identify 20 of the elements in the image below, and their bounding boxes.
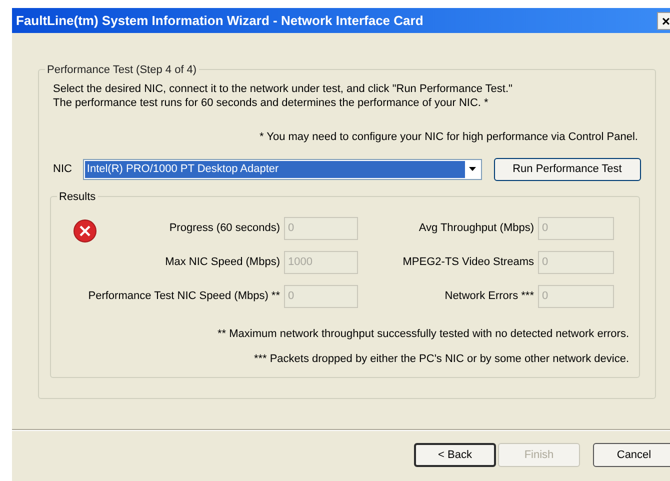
nic-dropdown[interactable]: Intel(R) PRO/1000 PT Desktop Adapter bbox=[82, 158, 482, 180]
wizard-button[interactable]: < Back bbox=[414, 443, 496, 467]
run-test-button[interactable]: Run Performance Test bbox=[494, 158, 641, 180]
note-text: * You may need to configure your NIC for high performance via Control Panel. bbox=[260, 130, 638, 145]
window-title: FaultLine(tm) System Information Wizard - Network Interface Card bbox=[16, 12, 424, 30]
wizard-button[interactable]: Cancel bbox=[593, 443, 670, 467]
group-title: Performance Test (Step 4 of 4) bbox=[45, 62, 199, 78]
field-label: Max NIC Speed (Mbps) bbox=[165, 254, 280, 270]
field-label: Performance Test NIC Speed (Mbps) ** bbox=[88, 288, 280, 304]
field-label: MPEG2-TS Video Streams bbox=[402, 254, 534, 270]
instruction-text: The performance test runs for 60 seconds and determines the performance of your NIC. * bbox=[53, 96, 490, 110]
field-label: Network Errors *** bbox=[444, 288, 534, 304]
footnote-text: ** Maximum network throughput successfully tested with no detected network errors. bbox=[218, 326, 629, 342]
nic-label: NIC bbox=[53, 162, 73, 177]
close-button[interactable]: × bbox=[657, 12, 670, 30]
footnote-text: *** Packets dropped by either the PC's NIC or by some other network device. bbox=[254, 352, 629, 367]
instruction-text: Select the desired NIC, connect it to the network under test, and click "Run Performance Test." bbox=[53, 82, 514, 96]
error-icon bbox=[73, 218, 97, 242]
field-label: Avg Throughput (Mbps) bbox=[418, 220, 534, 236]
field-label: Progress (60 seconds) bbox=[169, 220, 280, 236]
